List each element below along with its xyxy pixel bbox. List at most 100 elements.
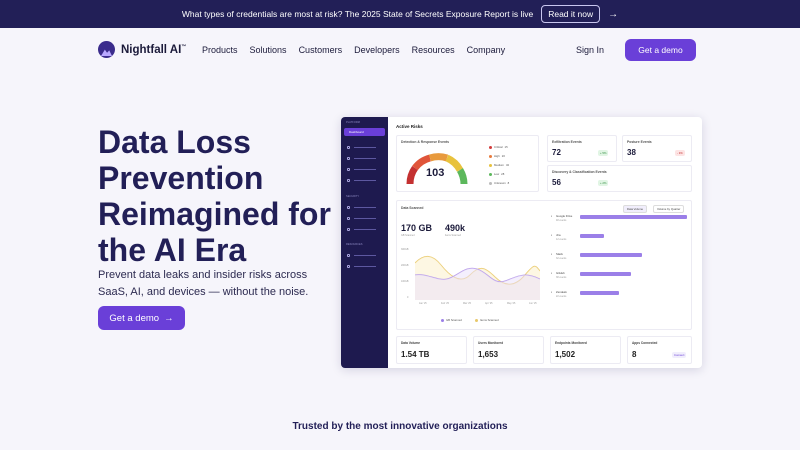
stat-label: Users Monitored (478, 341, 504, 345)
legend-item: Medium 32 (489, 163, 509, 167)
sign-in-link[interactable]: Sign In (576, 45, 604, 55)
dashboard-preview: PLATFORM Dashboard SECURITY RESOURCES Ac… (341, 117, 702, 368)
source-name: Google Drive (556, 214, 573, 218)
stat-card-data-volume: Data Volume 1.54 TB (396, 336, 467, 364)
source-app-icon: ▪ (551, 233, 552, 237)
x-tick: Mar '25 (463, 302, 471, 305)
nav-icon (347, 179, 350, 182)
x-tick: Feb '25 (441, 302, 449, 305)
exfiltration-card: Exfiltration Events 72 + 5% (547, 135, 617, 162)
data-scanned-card: Data Scanned Data Volume Volume by Quart… (396, 200, 692, 330)
chart-legend-item: Items Scanned (475, 318, 499, 322)
legend-value: 28 (501, 172, 505, 176)
legend-dot (489, 145, 492, 149)
menu-item-resources[interactable]: Resources (412, 45, 455, 55)
volume-value: 170 GB (401, 223, 433, 233)
stat-value: 8 (632, 350, 637, 359)
get-demo-button-nav[interactable]: Get a demo (625, 39, 696, 61)
legend-value: 8 (507, 181, 510, 185)
detection-label: Detection & Response Events (401, 140, 450, 144)
sidebar-item (347, 179, 381, 182)
read-report-button[interactable]: Read it now (541, 5, 601, 23)
detection-card: Detection & Response Events 103 Critical… (396, 135, 539, 192)
sidebar-item (347, 217, 381, 220)
series-name: Items Scanned (480, 318, 499, 322)
menu-item-products[interactable]: Products (202, 45, 238, 55)
menu-item-developers[interactable]: Developers (354, 45, 400, 55)
source-name: Slack (556, 252, 563, 256)
legend-name: Medium (494, 163, 504, 167)
get-demo-button-hero[interactable]: Get a demo → (98, 306, 185, 330)
tab-volume-by-quarter[interactable]: Volume by Quarter (653, 205, 685, 213)
y-tick: 300GB (401, 248, 409, 251)
x-tick: May '25 (507, 302, 516, 305)
announcement-bar: What types of credentials are most at ri… (0, 0, 800, 28)
nav-icon (347, 146, 350, 149)
nav-icon (347, 157, 350, 160)
hero-subtitle: Prevent data leaks and insider risks acr… (98, 269, 309, 298)
tab-data-volume[interactable]: Data Volume (623, 205, 648, 213)
source-count: 38 events (556, 276, 567, 279)
discovery-value: 56 (552, 178, 561, 187)
sidebar-active-label: Dashboard (349, 130, 364, 134)
menu-item-company[interactable]: Company (467, 45, 506, 55)
volume-line-chart (415, 256, 540, 300)
legend-dot (441, 318, 444, 322)
sidebar-section-label: PLATFORM (346, 121, 360, 124)
posture-label: Posture Events (627, 140, 652, 144)
nav-icon (347, 168, 350, 171)
arrow-right-icon[interactable]: → (608, 9, 618, 20)
stat-label: Endpoints Monitored (555, 341, 587, 345)
discovery-card: Discovery & Classification Events 56 + 2… (547, 165, 692, 192)
main-menu: Products Solutions Customers Developers … (202, 45, 505, 55)
x-tick: Jan '25 (419, 302, 427, 305)
y-tick: 100GB (401, 280, 409, 283)
source-app-icon: ▪ (551, 252, 552, 256)
stat-value: 1.54 TB (401, 350, 430, 359)
y-tick: 0 (407, 296, 409, 299)
discovery-delta: + 2% (598, 180, 609, 186)
nav-icon (347, 217, 350, 220)
trusted-heading: Trusted by the most innovative organizat… (292, 421, 508, 432)
legend-item: Low 28 (489, 172, 504, 176)
brand-name: Nightfall AI (121, 43, 182, 56)
legend-item: Unknown 8 (489, 181, 509, 185)
volume-caption: GB Scanned (401, 234, 415, 237)
nav-icon (347, 228, 350, 231)
legend-dot (489, 154, 492, 158)
menu-item-solutions[interactable]: Solutions (250, 45, 287, 55)
x-tick: Jun '25 (529, 302, 537, 305)
source-name: GitHub (556, 271, 565, 275)
legend-value: 32 (505, 163, 510, 167)
source-name: Jira (556, 233, 561, 237)
sidebar-item (347, 254, 381, 257)
sidebar-section-label: RESOURCES (346, 243, 363, 246)
source-count: 48 events (556, 219, 567, 222)
stat-label: Data Volume (401, 341, 421, 345)
stat-value: 1,502 (555, 350, 576, 359)
legend-name: Low (494, 172, 500, 176)
source-app-icon: ▪ (551, 290, 552, 294)
brand-logo[interactable]: Nightfall AI™ (98, 41, 186, 58)
exfiltration-label: Exfiltration Events (552, 140, 582, 144)
stat-card-users: Users Monitored 1,653 (473, 336, 544, 364)
connect-badge[interactable]: Connect (672, 352, 687, 358)
discovery-label: Discovery & Classification Events (552, 170, 607, 174)
legend-item: Critical 15 (489, 145, 508, 149)
sidebar-item-dashboard: Dashboard (344, 128, 385, 136)
announcement-text: What types of credentials are most at ri… (181, 9, 534, 19)
items-caption: Items Scanned (445, 234, 461, 237)
menu-item-customers[interactable]: Customers (299, 45, 343, 55)
arrow-right-icon: → (164, 312, 174, 324)
legend-dot (489, 163, 492, 167)
sidebar-section-label: SECURITY (346, 195, 360, 198)
source-app-icon: ▪ (551, 214, 552, 218)
dashboard-sidebar: PLATFORM Dashboard SECURITY RESOURCES (341, 117, 388, 368)
hero-title: Data Loss Prevention Reimagined for the … (98, 124, 331, 268)
posture-value: 38 (627, 148, 636, 157)
posture-card: Posture Events 38 - 3% (622, 135, 692, 162)
legend-name: Critical (494, 145, 503, 149)
legend-value: 20 (501, 154, 505, 158)
legend-dot (489, 181, 492, 185)
legend-value: 15 (504, 145, 508, 149)
